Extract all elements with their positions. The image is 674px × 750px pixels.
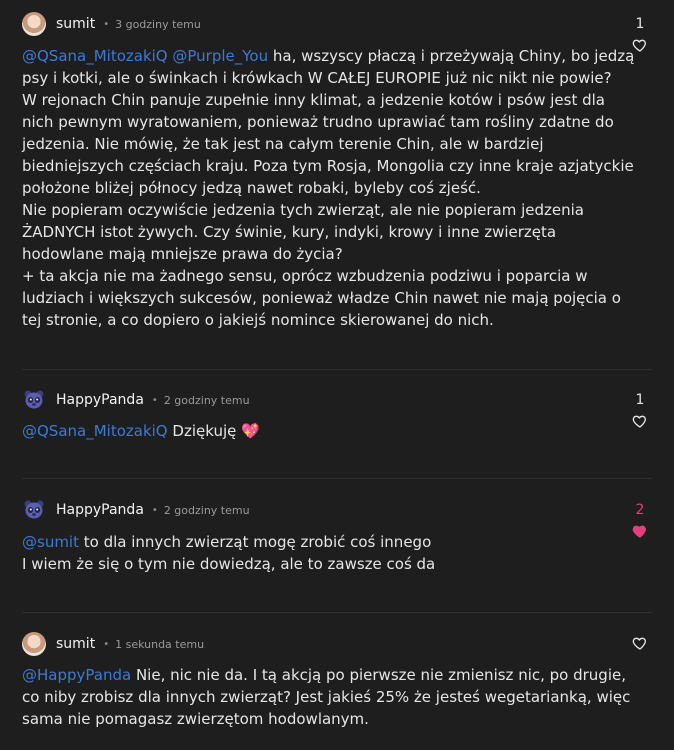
comment-text: ha, wszyscy płaczą i przeżywają Chiny, b…: [22, 47, 635, 329]
username[interactable]: HappyPanda: [56, 502, 144, 518]
comment-header: sumit • 1 sekunda temu: [22, 632, 204, 656]
mention-link[interactable]: @HappyPanda: [22, 666, 131, 684]
like-area: [630, 632, 650, 651]
like-count: 1: [635, 16, 645, 32]
user-avatar[interactable]: [22, 498, 46, 522]
username[interactable]: sumit: [56, 636, 95, 652]
comment-body: @QSana_MitozakiQ Dziękuję 💖: [22, 420, 640, 442]
panda-avatar-icon: [24, 500, 44, 519]
mention-link[interactable]: @QSana_MitozakiQ @Purple_You: [22, 47, 268, 65]
mention-link[interactable]: @QSana_MitozakiQ: [22, 422, 168, 440]
username[interactable]: sumit: [56, 16, 95, 32]
user-avatar[interactable]: [22, 12, 46, 36]
comment: sumit • 1 sekunda temu @HappyPanda Nie, …: [0, 613, 674, 750]
comment-text: Dziękuję 💖: [167, 422, 260, 440]
comment-header: sumit • 3 godziny temu: [22, 12, 201, 36]
comment: HappyPanda • 2 godziny temu 2 @sumit to …: [0, 479, 674, 613]
timestamp: 3 godziny temu: [115, 17, 201, 31]
timestamp: 2 godziny temu: [163, 503, 250, 517]
comment-body: @QSana_MitozakiQ @Purple_You ha, wszyscy…: [22, 45, 640, 331]
panda-avatar-icon: [24, 390, 44, 409]
like-count: 2: [635, 502, 645, 518]
timestamp: 1 sekunda temu: [115, 637, 205, 651]
user-avatar[interactable]: [22, 388, 46, 412]
separator-dot: •: [103, 18, 110, 30]
comment-header: HappyPanda • 2 godziny temu: [22, 498, 250, 522]
comment-text: to dla innych zwierząt mogę zrobić coś i…: [22, 533, 436, 573]
comment-body: @HappyPanda Nie, nic nie da. I tą akcją …: [22, 664, 640, 730]
username[interactable]: HappyPanda: [56, 392, 144, 408]
user-avatar[interactable]: [22, 632, 46, 656]
comment: sumit • 3 godziny temu 1 @QSana_Mitozaki…: [0, 0, 674, 370]
timestamp: 2 godziny temu: [163, 393, 250, 407]
comment-header: HappyPanda • 2 godziny temu: [22, 388, 250, 412]
heart-icon[interactable]: [632, 635, 648, 651]
comment: HappyPanda • 2 godziny temu 1 @QSana_Mit…: [0, 370, 674, 479]
separator-dot: •: [151, 504, 158, 516]
separator-dot: •: [151, 394, 158, 406]
like-count: 1: [635, 392, 645, 408]
mention-link[interactable]: @sumit: [22, 533, 79, 551]
separator-dot: •: [103, 638, 110, 650]
comment-body: @sumit to dla innych zwierząt mogę zrobi…: [22, 531, 640, 575]
